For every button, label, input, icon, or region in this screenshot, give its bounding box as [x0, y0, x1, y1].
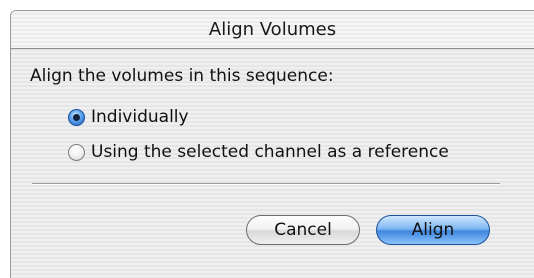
radio-option-selected-channel[interactable]: Using the selected channel as a referenc… [68, 142, 449, 162]
radio-selected-icon[interactable] [68, 108, 85, 126]
align-button[interactable]: Align [376, 215, 490, 245]
dialog-prompt: Align the volumes in this sequence: [30, 66, 334, 86]
dialog-title: Align Volumes [208, 19, 337, 40]
radio-option-individually[interactable]: Individually [68, 107, 189, 127]
dialog-titlebar: Align Volumes [11, 11, 534, 49]
cancel-button[interactable]: Cancel [246, 215, 360, 245]
radio-unselected-icon[interactable] [68, 143, 85, 161]
radio-label-selected-channel[interactable]: Using the selected channel as a referenc… [91, 142, 449, 162]
radio-label-individually[interactable]: Individually [91, 107, 189, 127]
separator [32, 183, 500, 185]
